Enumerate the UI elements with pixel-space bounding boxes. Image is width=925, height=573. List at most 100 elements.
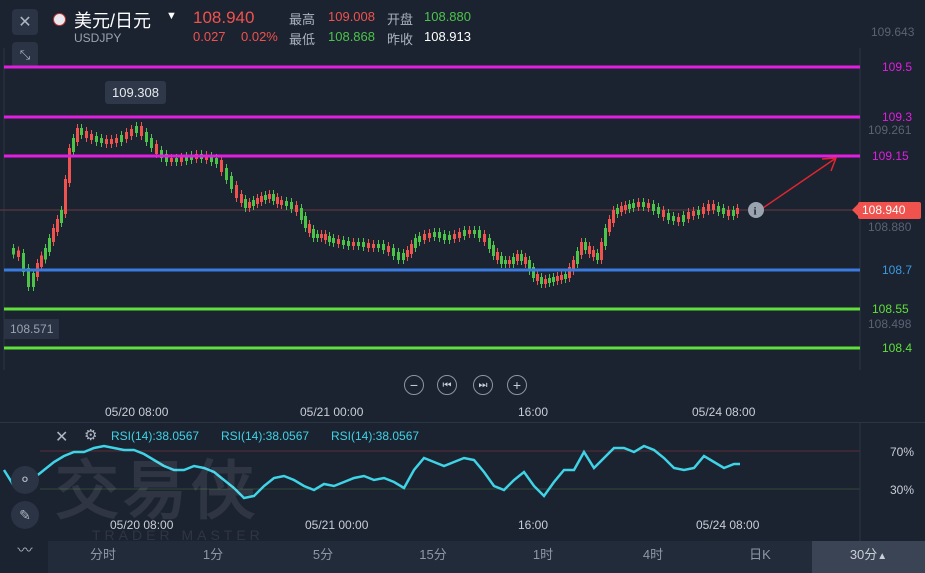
tab-5min[interactable]: 5分: [268, 541, 378, 573]
step-back-icon[interactable]: ⏮: [437, 375, 457, 395]
candle-body: [76, 128, 79, 142]
candle-body: [372, 244, 375, 248]
candle-body: [248, 202, 251, 208]
candle-body: [736, 208, 739, 214]
candle-body: [392, 248, 395, 256]
candle-body: [140, 126, 143, 136]
candle-body: [556, 276, 559, 281]
candle-body: [337, 239, 340, 244]
candle-body: [702, 207, 705, 214]
candle-body: [367, 243, 370, 248]
candle-body: [722, 208, 725, 214]
candle-body: [145, 132, 148, 142]
tab-1min[interactable]: 1分: [158, 541, 268, 573]
price-change: 0.027: [193, 29, 226, 44]
prev-close-value: 108.913: [424, 29, 471, 44]
candle-body: [463, 230, 466, 236]
candle-body: [105, 139, 108, 144]
candle-body: [438, 232, 441, 238]
candle-body: [667, 213, 670, 220]
candle-body: [312, 229, 315, 238]
rsi-time-label-2: 05/21 00:00: [305, 518, 369, 532]
candle-body: [276, 197, 279, 204]
level-label-108-7: 108.7: [882, 263, 913, 277]
candle-body: [320, 234, 323, 238]
draw-tool-icon[interactable]: ✎: [11, 501, 39, 529]
candle-body: [600, 242, 603, 260]
candle-body: [418, 236, 421, 242]
candle-body: [316, 234, 319, 238]
candle-body: [707, 204, 710, 211]
candle-body: [332, 238, 335, 243]
us-flag-icon: [53, 13, 66, 26]
candle-body: [17, 250, 20, 257]
candle-body: [637, 202, 640, 207]
tab-30min-label: 30分: [849, 547, 878, 562]
rsi-time-label-4: 05/24 08:00: [696, 518, 760, 532]
zoom-in-icon[interactable]: +: [507, 375, 527, 395]
timeframe-tabs: 分时 1分 5分 15分 1时 4时 日K 30分▲: [48, 541, 925, 573]
indicator-tool-icon[interactable]: ⚬: [11, 466, 39, 494]
candle-body: [604, 228, 607, 246]
candle-body: [272, 194, 275, 201]
candle-body: [115, 138, 118, 143]
candle-body: [468, 230, 471, 234]
candle-body: [508, 260, 511, 264]
low-value: 108.868: [328, 29, 375, 44]
candle-body: [500, 256, 503, 264]
close-icon[interactable]: ✕: [12, 9, 38, 35]
candle-body: [536, 274, 539, 281]
candle-body: [712, 204, 715, 210]
candle-body: [496, 252, 499, 260]
tab-30min[interactable]: 30分▲: [812, 541, 925, 573]
price-tag-pointer: [852, 202, 860, 218]
candle-body: [544, 279, 547, 284]
candle-body: [443, 234, 446, 240]
candle-body: [682, 215, 685, 222]
candle-body: [377, 244, 380, 248]
tab-30min-caret-icon: ▲: [877, 551, 888, 562]
candle-body: [616, 208, 619, 214]
candle-body: [125, 132, 128, 139]
candle-body: [414, 238, 417, 248]
candle-body: [328, 236, 331, 242]
tab-4hour[interactable]: 4时: [598, 541, 708, 573]
candle-body: [692, 211, 695, 216]
candle-body: [244, 199, 247, 208]
min-price-label: 108.571: [4, 319, 60, 339]
candle-body: [642, 202, 645, 207]
tab-15min[interactable]: 15分: [378, 541, 488, 573]
zoom-out-icon[interactable]: −: [404, 375, 424, 395]
candle-body: [225, 168, 228, 180]
tab-realtime[interactable]: 分时: [48, 541, 158, 573]
candle-body: [150, 138, 153, 148]
candle-body: [60, 210, 63, 223]
step-forward-icon[interactable]: ⏭: [473, 375, 493, 395]
candle-body: [564, 274, 567, 279]
candle-body: [732, 210, 735, 216]
candle-body: [295, 205, 298, 212]
rsi-time-label-3: 16:00: [518, 518, 549, 532]
candle-body: [657, 207, 660, 214]
tab-1hour[interactable]: 1时: [488, 541, 598, 573]
level-label-108-55: 108.55: [872, 302, 909, 316]
candle-body: [347, 241, 350, 246]
candle-body: [662, 210, 665, 217]
pair-dropdown-icon[interactable]: ▼: [166, 10, 177, 22]
candle-body: [324, 234, 327, 240]
candle-body: [90, 134, 93, 140]
candle-body: [357, 242, 360, 246]
tab-daily[interactable]: 日K: [708, 541, 812, 573]
candle-body: [488, 238, 491, 249]
svg-text:i: i: [754, 206, 757, 218]
candle-body: [220, 160, 223, 172]
chart-type-icon[interactable]: 〰: [11, 536, 39, 562]
current-price: 108.940: [193, 8, 255, 27]
candle-body: [304, 216, 307, 228]
candle-body: [647, 203, 650, 208]
pair-name[interactable]: 美元/日元: [74, 7, 151, 33]
candle-body: [504, 260, 507, 264]
level-label-109-15: 109.15: [872, 149, 909, 163]
candle-body: [135, 126, 138, 133]
candle-body: [448, 235, 451, 240]
